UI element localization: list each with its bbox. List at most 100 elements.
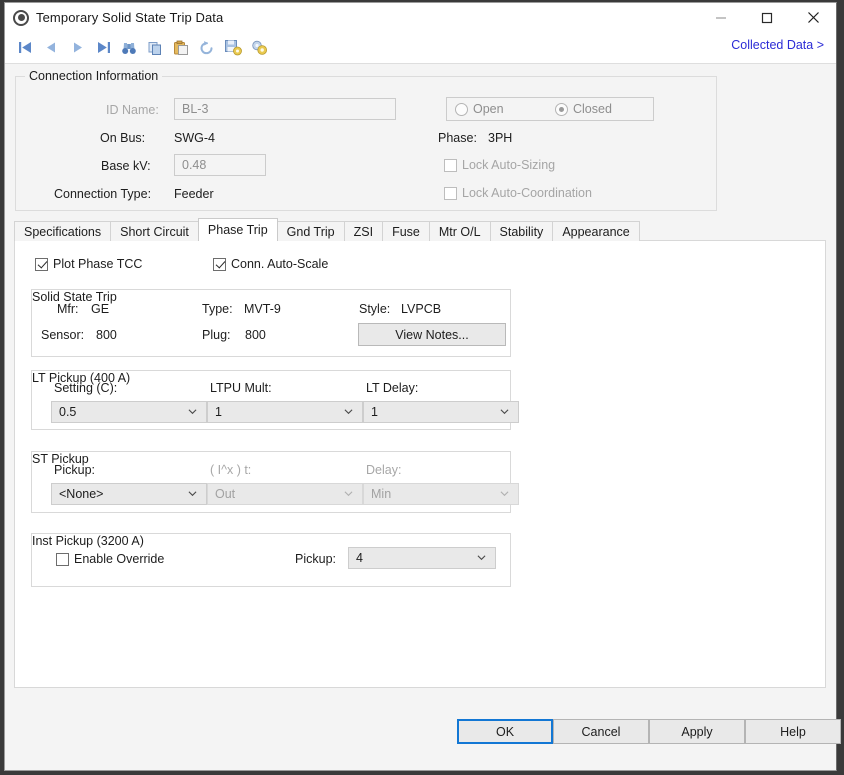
apply-button[interactable]: Apply [649,719,745,744]
chevron-down-icon [188,491,197,497]
minimize-icon [716,17,726,18]
inst-pickup-label: Pickup: [295,552,336,566]
connection-information-group: Connection Information ID Name: BL-3 On … [15,69,717,211]
title-bar: Temporary Solid State Trip Data [5,3,836,32]
ltpu-mult-combobox[interactable]: 1 [207,401,363,423]
enable-override-checkbox[interactable]: Enable Override [56,552,164,566]
st-pickup-value: <None> [59,487,104,501]
mfr-label: Mfr: [57,302,79,316]
st-ix-t-label: ( I^x ) t: [210,463,252,477]
id-name-field[interactable]: BL-3 [174,98,396,120]
checkbox-checked-icon [213,257,226,271]
st-delay-label: Delay: [366,463,402,477]
tab-stability[interactable]: Stability [489,221,554,241]
tab-fuse[interactable]: Fuse [382,221,430,241]
chevron-down-icon [188,409,197,415]
view-notes-button[interactable]: View Notes... [358,323,506,346]
chevron-down-icon [477,555,486,561]
type-value: MVT-9 [244,302,281,316]
phase-value: 3PH [488,131,513,145]
st-ix-t-value: Out [215,487,236,501]
checkbox-unchecked-icon [444,186,457,200]
st-pickup-label: Pickup: [54,463,95,477]
previous-record-icon[interactable] [40,37,62,59]
plot-phase-tcc-label: Plot Phase TCC [53,257,143,271]
lock-auto-coordination-label: Lock Auto-Coordination [462,186,592,200]
style-label: Style: [359,302,391,316]
connection-type-value: Feeder [174,187,214,201]
tab-short-circuit[interactable]: Short Circuit [110,221,199,241]
tab-zsi[interactable]: ZSI [343,221,384,241]
inst-pickup-combobox[interactable]: 4 [348,547,496,569]
minimize-button[interactable] [698,3,744,32]
tab-phase-trip[interactable]: Phase Trip [197,218,278,241]
tab-mtr-ol[interactable]: Mtr O/L [428,221,491,241]
enable-override-label: Enable Override [74,552,165,566]
lt-delay-label: LT Delay: [366,381,419,395]
lt-pickup-group: LT Pickup (400 A) Setting (C): 0.5 LTPU … [31,370,519,430]
on-bus-label: On Bus: [100,131,146,145]
dialog-footer: OK Cancel Apply Help [5,710,841,770]
phase-label: Phase: [438,131,477,145]
lt-setting-combobox[interactable]: 0.5 [51,401,207,423]
help-button[interactable]: Help [745,719,841,744]
st-ix-t-combobox[interactable]: Out [207,483,363,505]
lock-auto-sizing-label: Lock Auto-Sizing [462,158,556,172]
chevron-down-icon [500,491,509,497]
save-settings-icon[interactable] [222,37,244,59]
checkbox-checked-icon [35,257,48,271]
ok-button[interactable]: OK [457,719,553,744]
next-record-icon[interactable] [66,37,88,59]
conn-auto-scale-checkbox[interactable]: Conn. Auto-Scale [213,257,328,271]
st-delay-combobox[interactable]: Min [363,483,519,505]
ltpu-mult-value: 1 [215,405,222,419]
base-kv-field[interactable]: 0.48 [174,154,266,176]
settings-gear-icon[interactable] [248,37,270,59]
window-title: Temporary Solid State Trip Data [36,10,224,25]
tab-specifications[interactable]: Specifications [14,221,112,241]
tab-strip: Specifications Short Circuit Phase Trip … [14,218,640,241]
st-pickup-title: ST Pickup [32,452,510,466]
connection-information-title: Connection Information [25,69,163,83]
close-button[interactable] [790,3,836,32]
maximize-button[interactable] [744,3,790,32]
mfr-value: GE [91,302,110,316]
status-radio-closed[interactable]: Closed [555,102,612,116]
status-radio-open-label: Open [473,102,504,116]
status-radio-closed-label: Closed [573,102,612,116]
toolbar: Collected Data > [5,32,836,64]
id-name-label: ID Name: [106,103,159,117]
lt-setting-value: 0.5 [59,405,77,419]
copy-icon[interactable] [144,37,166,59]
lock-auto-coordination-checkbox[interactable]: Lock Auto-Coordination [444,186,592,200]
lt-delay-combobox[interactable]: 1 [363,401,519,423]
find-binoculars-icon[interactable] [118,37,140,59]
target-circle-icon [13,9,29,26]
conn-auto-scale-label: Conn. Auto-Scale [231,257,329,271]
collected-data-link[interactable]: Collected Data > [731,38,824,52]
st-pickup-combobox[interactable]: <None> [51,483,207,505]
st-pickup-group: ST Pickup Pickup: <None> ( I^x ) t: Out … [31,451,519,513]
inst-pickup-value: 4 [356,551,363,565]
dialog-body: Connection Information ID Name: BL-3 On … [5,64,841,770]
last-record-icon[interactable] [92,37,114,59]
status-radio-panel: Open Closed [446,97,654,121]
first-record-icon[interactable] [14,37,36,59]
inst-pickup-group: Inst Pickup (3200 A) Enable Override Pic… [31,533,511,587]
connection-type-label: Connection Type: [54,187,152,201]
paste-icon[interactable] [170,37,192,59]
plot-phase-tcc-checkbox[interactable]: Plot Phase TCC [35,257,142,271]
cancel-button[interactable]: Cancel [553,719,649,744]
close-icon [807,12,819,23]
refresh-undo-icon[interactable] [196,37,218,59]
status-radio-open[interactable]: Open [455,102,504,116]
lock-auto-sizing-checkbox[interactable]: Lock Auto-Sizing [444,158,555,172]
tab-gnd-trip[interactable]: Gnd Trip [276,221,345,241]
tab-appearance[interactable]: Appearance [552,221,640,241]
sensor-label: Sensor: [41,328,85,342]
lt-setting-label: Setting (C): [54,381,118,395]
phase-trip-panel: Plot Phase TCC Conn. Auto-Scale Solid St… [14,240,826,688]
radio-unselected-icon [455,102,468,116]
checkbox-unchecked-icon [444,158,457,172]
maximize-icon [761,12,773,23]
